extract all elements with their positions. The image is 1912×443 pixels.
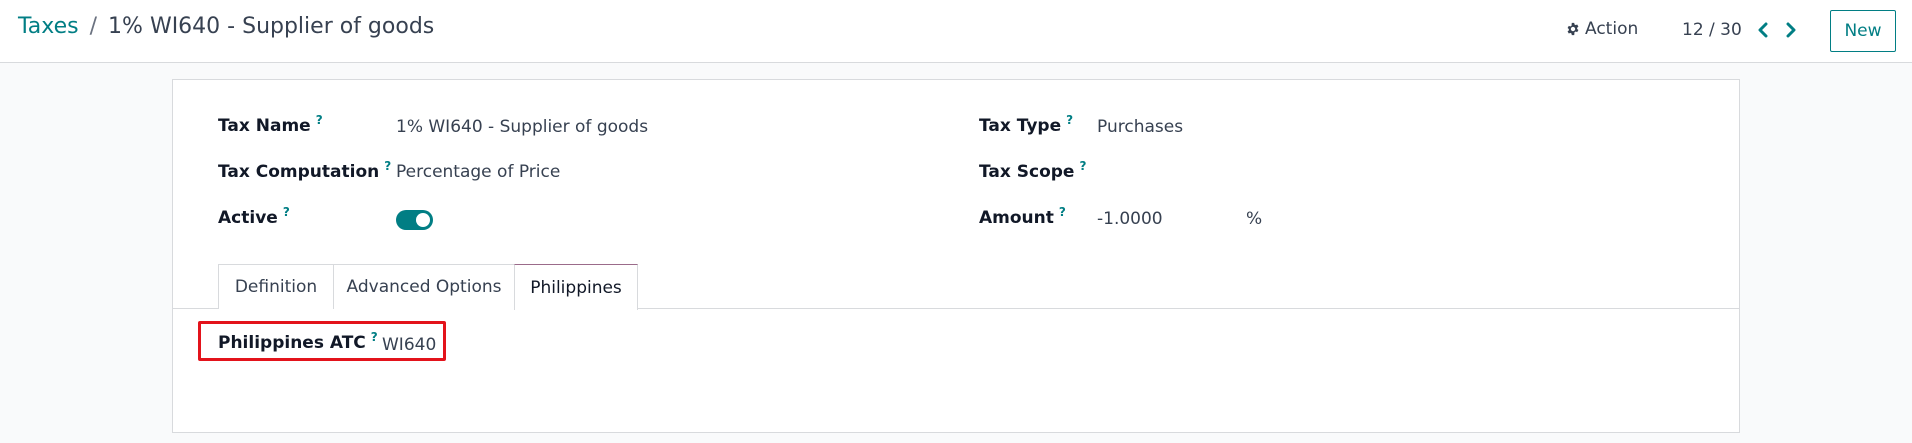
philippines-atc-field[interactable]: WI640 [382,335,436,355]
tax-name-label: Tax Name ? [218,113,323,136]
active-help-icon[interactable]: ? [283,205,290,219]
toggle-knob [416,213,430,227]
amount-help-icon[interactable]: ? [1059,205,1066,219]
philippines-atc-label-text: Philippines ATC [218,333,366,353]
tab-advanced-options[interactable]: Advanced Options [333,264,515,309]
tax-type-label: Tax Type ? [979,113,1073,136]
tax-computation-label-text: Tax Computation [218,162,380,182]
philippines-atc-help-icon[interactable]: ? [371,330,378,344]
form-sheet: Tax Name ? 1% WI640 - Supplier of goods … [172,79,1740,433]
tax-scope-label: Tax Scope ? [979,159,1086,182]
tax-computation-field[interactable]: Percentage of Price [396,162,560,182]
active-toggle[interactable] [396,210,433,230]
breadcrumb-separator: / [89,14,98,39]
control-panel: Taxes / 1% WI640 - Supplier of goods Act… [0,0,1912,63]
tax-type-label-text: Tax Type [979,116,1062,136]
active-label-text: Active [218,208,278,228]
action-button[interactable]: Action [1566,19,1638,39]
chevron-left-icon [1758,22,1768,38]
tax-type-field[interactable]: Purchases [1097,117,1183,137]
chevron-right-icon [1786,22,1796,38]
tax-computation-help-icon[interactable]: ? [384,159,391,173]
tax-computation-label: Tax Computation ? [218,159,391,182]
amount-unit: % [1246,209,1263,229]
amount-label: Amount ? [979,205,1066,228]
breadcrumb: Taxes / 1% WI640 - Supplier of goods [18,14,434,39]
tax-scope-help-icon[interactable]: ? [1079,159,1086,173]
pager-value[interactable]: 12 / 30 [1682,20,1742,40]
gear-icon [1567,22,1579,36]
tax-name-field[interactable]: 1% WI640 - Supplier of goods [396,117,648,137]
amount-field[interactable]: -1.0000 [1097,209,1163,229]
tax-name-help-icon[interactable]: ? [316,113,323,127]
action-label: Action [1585,19,1639,39]
breadcrumb-taxes-link[interactable]: Taxes [18,14,79,39]
tax-name-label-text: Tax Name [218,116,311,136]
pager-next-button[interactable] [1780,18,1802,42]
tax-type-help-icon[interactable]: ? [1066,113,1073,127]
page-title: 1% WI640 - Supplier of goods [108,14,435,39]
tab-philippines[interactable]: Philippines [514,264,638,310]
tax-scope-label-text: Tax Scope [979,162,1075,182]
amount-label-text: Amount [979,208,1054,228]
new-button[interactable]: New [1830,10,1896,52]
tab-definition[interactable]: Definition [218,264,334,309]
pager-previous-button[interactable] [1752,18,1774,42]
philippines-atc-label: Philippines ATC ? [218,330,378,353]
active-label: Active ? [218,205,290,228]
